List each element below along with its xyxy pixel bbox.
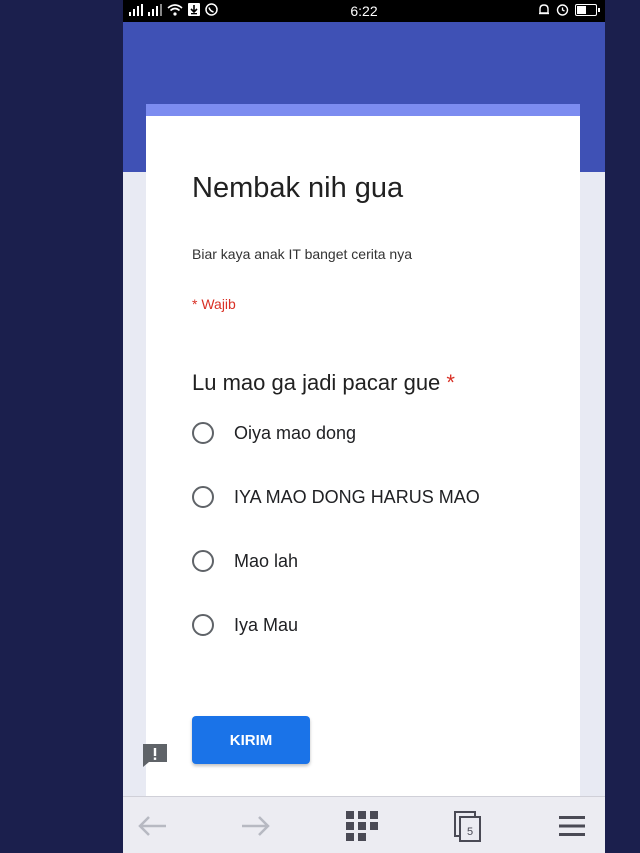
option-label: Iya Mau bbox=[234, 614, 299, 635]
forward-button[interactable] bbox=[239, 809, 273, 843]
submit-button[interactable]: KIRIM bbox=[192, 716, 310, 764]
back-button[interactable] bbox=[135, 809, 169, 843]
menu-icon bbox=[559, 816, 585, 836]
radio-option[interactable]: Iya Mau bbox=[192, 610, 298, 640]
radio-button[interactable] bbox=[192, 550, 214, 572]
option-label: Oiya mao dong bbox=[234, 422, 357, 443]
radio-button[interactable] bbox=[192, 614, 214, 636]
tabs-button[interactable]: 5 bbox=[451, 809, 485, 843]
option-label: Mao lah bbox=[234, 550, 299, 571]
bell-icon bbox=[539, 4, 549, 15]
option-label: IYA MAO DONG HARUS MAO bbox=[234, 486, 480, 507]
tab-count: 5 bbox=[467, 826, 473, 838]
menu-button[interactable] bbox=[555, 809, 589, 843]
speed-dial-button[interactable] bbox=[345, 809, 379, 843]
question-text: Lu mao ga jadi pacar gue bbox=[192, 370, 441, 395]
radio-option[interactable]: Oiya mao dong bbox=[192, 418, 356, 448]
radio-option[interactable]: Mao lah bbox=[192, 546, 298, 576]
browser-navbar: 5 bbox=[123, 796, 605, 853]
report-feedback-icon[interactable] bbox=[141, 742, 169, 768]
form-description: Biar kaya anak IT banget cerita nya bbox=[192, 246, 412, 262]
required-asterisk: * bbox=[446, 370, 455, 395]
radio-button[interactable] bbox=[192, 486, 214, 508]
required-note: * Wajib bbox=[192, 296, 236, 312]
forward-arrow-icon bbox=[242, 816, 270, 836]
status-bar: 6:22 bbox=[123, 0, 605, 22]
question-title: Lu mao ga jadi pacar gue * bbox=[192, 370, 455, 396]
phone-screen: 6:22 Nembak nih gua Biar kaya anak IT ba… bbox=[123, 0, 605, 853]
battery-icon bbox=[575, 3, 600, 16]
form-card: Nembak nih gua Biar kaya anak IT banget … bbox=[146, 104, 580, 804]
form-title: Nembak nih gua bbox=[192, 172, 404, 204]
status-time: 6:22 bbox=[350, 3, 378, 19]
radio-option[interactable]: IYA MAO DONG HARUS MAO bbox=[192, 482, 480, 512]
tabs-icon: 5 bbox=[454, 811, 481, 842]
radio-button[interactable] bbox=[192, 422, 214, 444]
alarm-icon bbox=[556, 4, 569, 16]
back-arrow-icon bbox=[138, 816, 166, 836]
grid-icon bbox=[346, 811, 378, 841]
